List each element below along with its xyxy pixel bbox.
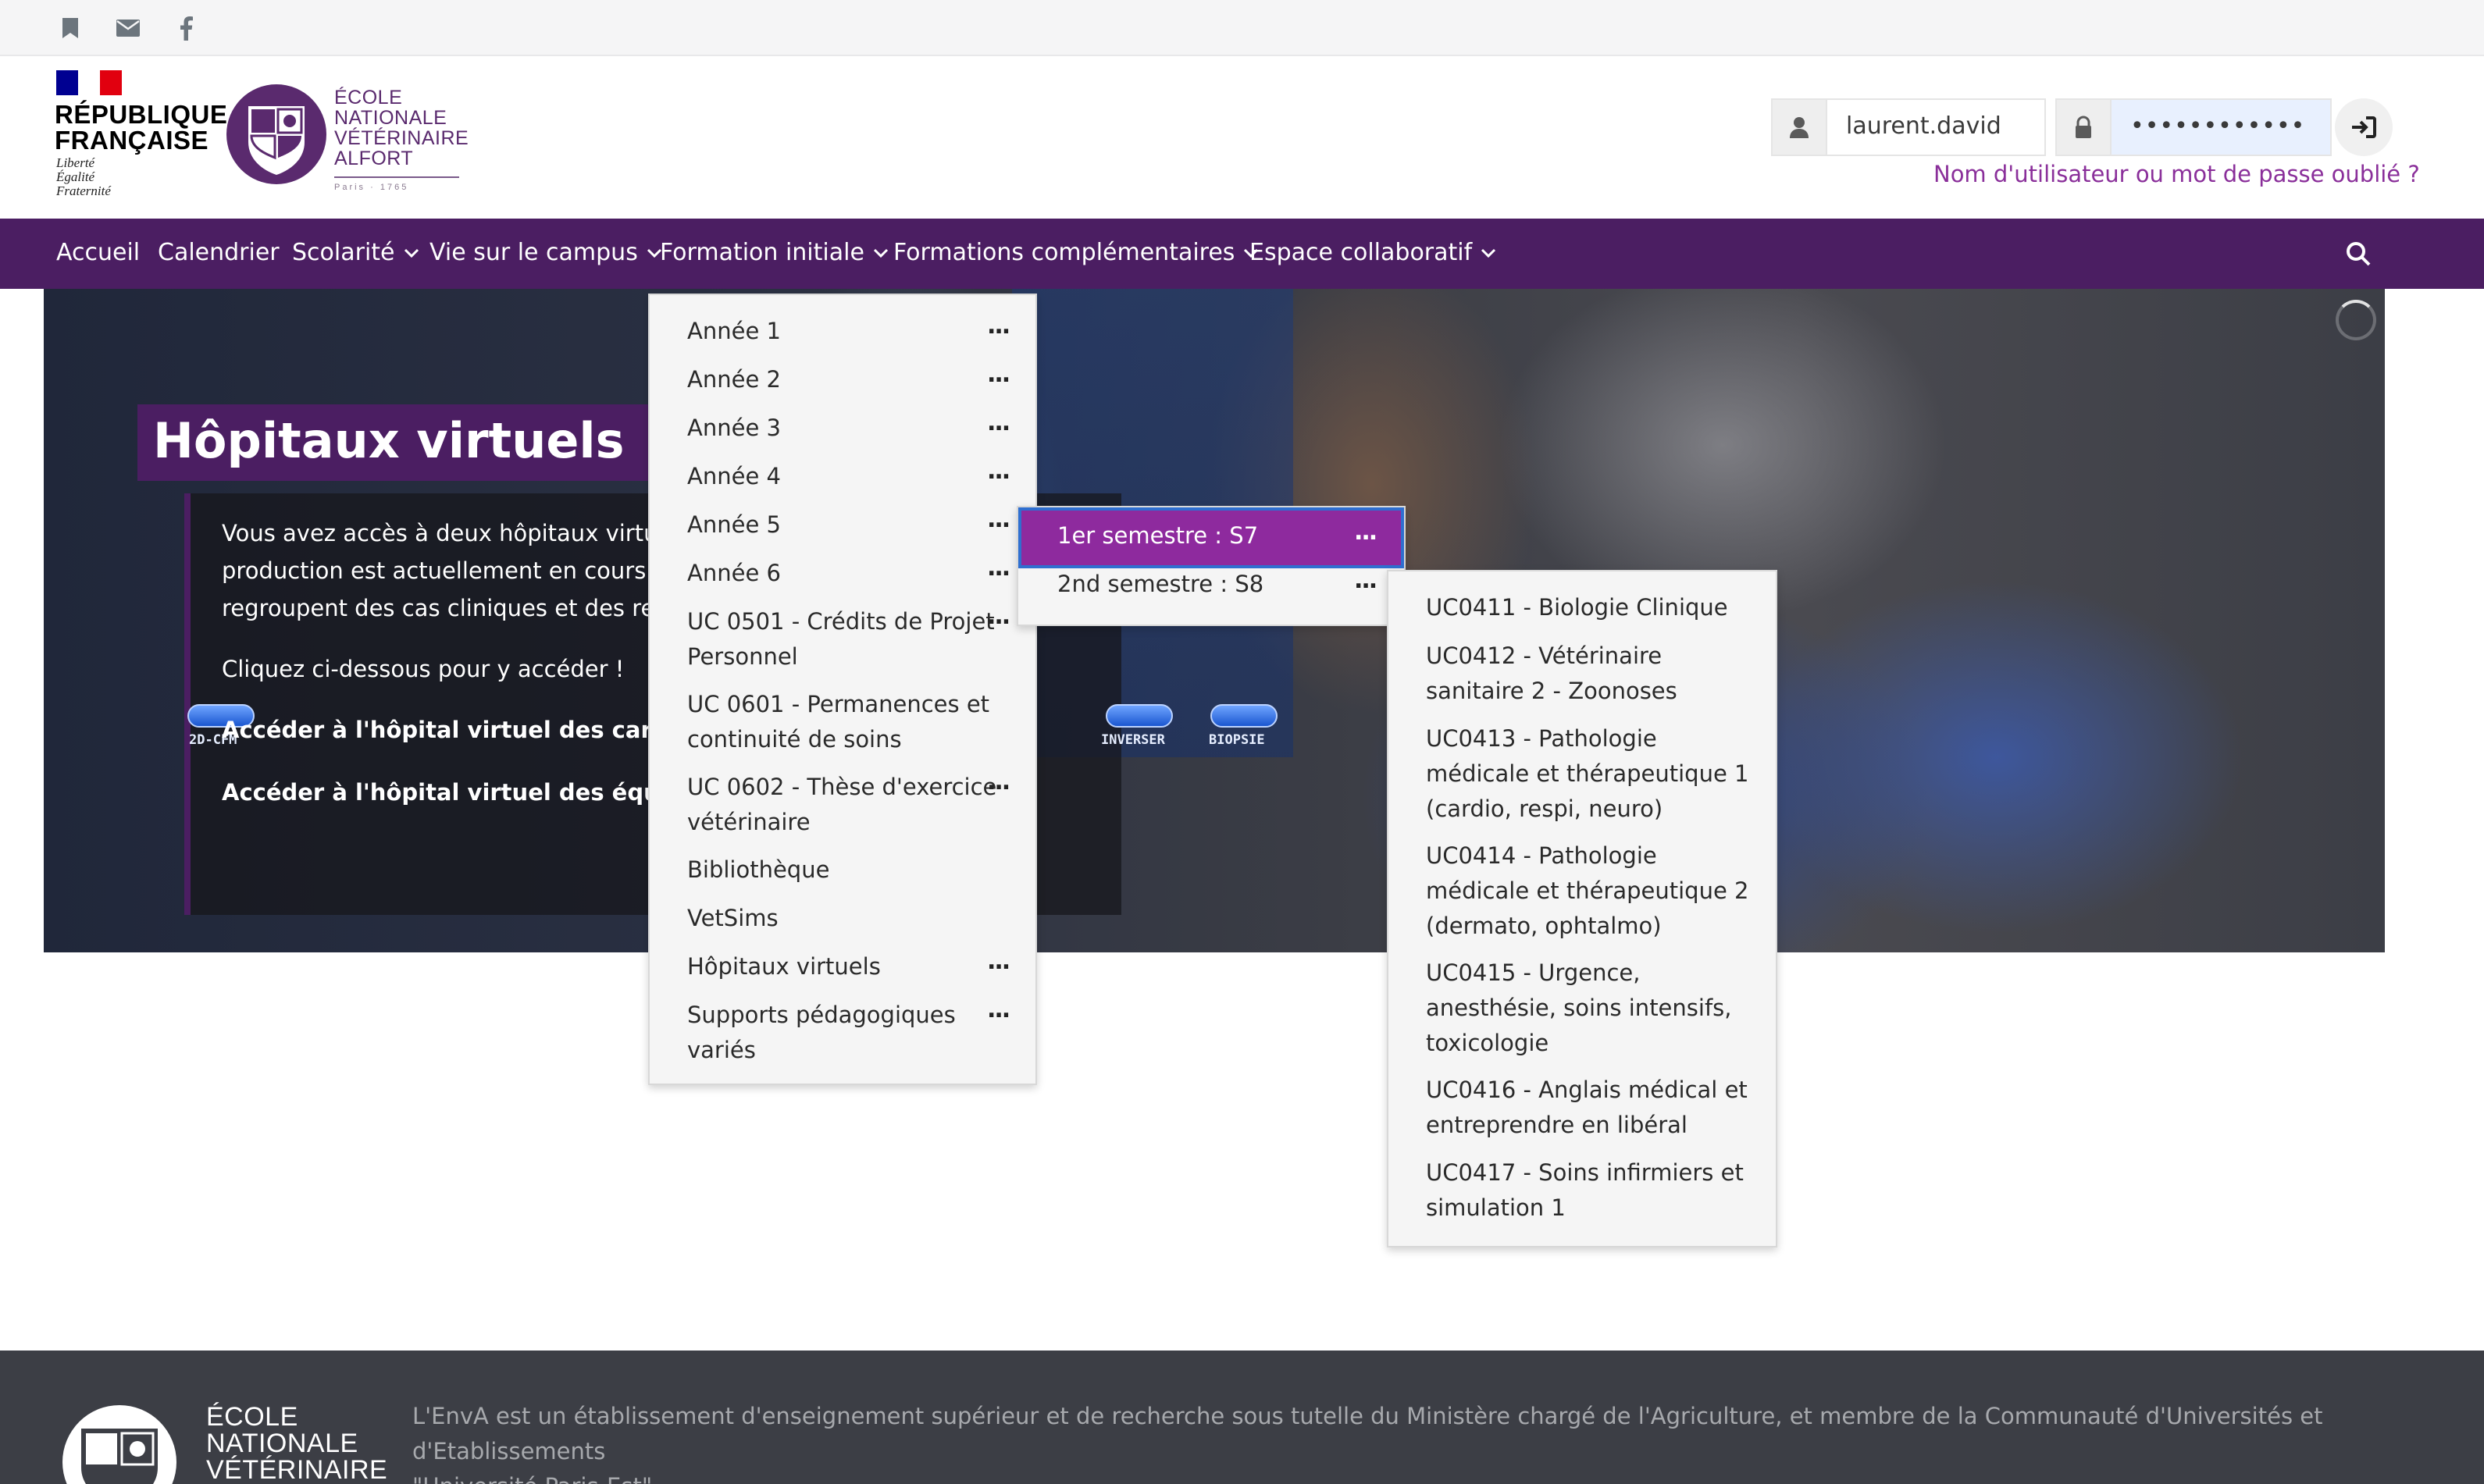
enva-school-name: ÉCOLE NATIONALE VÉTÉRINAIRE ALFORT [334,87,469,169]
more-icon[interactable]: ... [987,948,1010,975]
menu-item-uc0416[interactable]: UC0416 - Anglais médical et entreprendre … [1426,1073,1748,1143]
dropdown-semestre-s7: UC0411 - Biologie Clinique UC0412 - Vété… [1387,570,1777,1247]
chevron-down-icon [404,248,419,258]
menu-item-uc0415[interactable]: UC0415 - Urgence, anesthésie, soins inten… [1426,956,1732,1061]
screen-button-biopsie [1210,704,1278,728]
hero-text-line-4: Cliquez ci-dessous pour y accéder ! [222,656,625,682]
chevron-down-icon [873,248,888,258]
enva-founding: Paris · 1765 [334,176,459,192]
menu-item-annee-5[interactable]: Année 5 [687,507,781,543]
hero-link-carnivores[interactable]: Accéder à l'hôpital virtuel des carnivor [222,717,717,743]
menu-item-annee-2[interactable]: Année 2 [687,362,781,397]
more-icon[interactable]: ... [987,409,1010,436]
enva-logo[interactable] [225,83,328,186]
menu-item-s8[interactable]: 2nd semestre : S8 [1057,567,1263,602]
more-icon[interactable]: ... [987,603,1010,630]
dropdown-formation-initiale: Année 1 ... Année 2 ... Année 3 ... Anné… [648,294,1037,1085]
menu-item-hopitaux-virtuels[interactable]: Hôpitaux virtuels [687,949,881,984]
hero-title: Hôpitaux virtuels [153,412,625,469]
search-icon [2347,242,2371,266]
mail-icon[interactable] [114,14,142,42]
more-icon[interactable]: ... [1354,518,1377,546]
footer-enva-logo[interactable] [62,1405,176,1484]
loading-spinner-icon [2336,300,2376,340]
site-header: RÉPUBLIQUE FRANÇAISE Liberté Égalité Fra… [0,56,2484,219]
top-utility-bar [0,0,2484,56]
nav-item-formations-complementaires[interactable]: Formations complémentaires [893,239,1260,266]
nav-item-vie-campus[interactable]: Vie sur le campus [429,239,663,266]
more-icon[interactable]: ... [987,506,1010,533]
lock-icon-addon [2055,98,2112,156]
menu-item-uc0411[interactable]: UC0411 - Biologie Clinique [1426,590,1728,625]
more-icon[interactable]: ... [987,457,1010,485]
nav-item-formation-initiale[interactable]: Formation initiale [660,239,889,266]
screen-button-inverser [1106,704,1173,728]
username-value: laurent.david [1846,112,2001,140]
facebook-icon[interactable] [172,14,200,42]
nav-item-calendrier[interactable]: Calendrier [158,239,280,266]
screen-button-inverser-label: INVERSER [1101,732,1165,748]
site-footer: ÉCOLE NATIONALE VÉTÉRINAIRE L'EnvA est u… [0,1351,2484,1484]
menu-item-annee-3[interactable]: Année 3 [687,411,781,446]
footer-school-name: ÉCOLE NATIONALE VÉTÉRINAIRE [206,1402,388,1484]
footer-description: L'EnvA est un établissement d'enseigneme… [412,1403,2323,1484]
sign-in-icon [2352,116,2376,138]
more-icon[interactable]: ... [987,554,1010,582]
menu-item-annee-1[interactable]: Année 1 [687,314,781,349]
menu-item-uc0501[interactable]: UC 0501 - Crédits de Projet Personnel [687,604,995,674]
login-button[interactable] [2335,98,2393,156]
chevron-down-icon [1481,248,1496,258]
menu-item-uc0602[interactable]: UC 0602 - Thèse d'exercice vétérinaire [687,770,996,840]
menu-item-uc0601[interactable]: UC 0601 - Permanences et continuité de so… [687,687,989,757]
hero-text-line-2: production est actuellement en cours de [222,557,682,584]
nav-item-espace-collaboratif[interactable]: Espace collaboratif [1249,239,1497,266]
more-icon[interactable]: ... [987,361,1010,388]
menu-item-s7[interactable]: 1er semestre : S7 [1057,518,1258,553]
hero-text-line-3: regroupent des cas cliniques et des ress [222,595,679,621]
nav-item-accueil[interactable]: Accueil [56,239,140,266]
password-value: •••••••••••• [2130,112,2306,140]
menu-item-uc0413[interactable]: UC0413 - Pathologie médicale et thérapeut… [1426,721,1748,827]
user-icon [1790,117,1809,138]
more-icon[interactable]: ... [987,768,1010,795]
search-button[interactable] [2343,236,2374,272]
user-icon-addon [1771,98,1827,156]
hero-link-equides[interactable]: Accéder à l'hôpital virtuel des équidés [222,779,712,806]
menu-item-annee-4[interactable]: Année 4 [687,459,781,494]
nav-item-scolarite[interactable]: Scolarité [292,239,420,266]
menu-item-annee-6[interactable]: Année 6 [687,556,781,591]
more-icon[interactable]: ... [987,996,1010,1023]
republique-motto: Liberté Égalité Fraternité [56,155,111,198]
more-icon[interactable]: ... [1354,567,1377,594]
screen-button-biopsie-label: BIOPSIE [1209,732,1265,748]
lock-icon [2076,116,2091,138]
bookmark-icon[interactable] [56,14,84,42]
republique-francaise-title: RÉPUBLIQUE FRANÇAISE [55,100,228,155]
main-navigation: Accueil Calendrier Scolarité Vie sur le … [0,219,2484,289]
menu-item-bibliotheque[interactable]: Bibliothèque [687,852,829,888]
french-flag-logo [56,70,122,95]
menu-item-vetsims[interactable]: VetSims [687,901,779,936]
menu-item-uc0412[interactable]: UC0412 - Vétérinaire sanitaire 2 - Zoonos… [1426,639,1677,709]
menu-item-uc0414[interactable]: UC0414 - Pathologie médicale et thérapeut… [1426,838,1748,944]
menu-item-uc0417[interactable]: UC0417 - Soins infirmiers et simulation 1 [1426,1155,1744,1226]
hero-text-line-1: Vous avez accès à deux hôpitaux virtuels [222,520,690,546]
dropdown-annee-4: 1er semestre : S7 ... 2nd semestre : S8 … [1017,506,1406,626]
forgot-password-link[interactable]: Nom d'utilisateur ou mot de passe oublié… [1933,161,2420,187]
menu-item-supports-pedagogiques[interactable]: Supports pédagogiques variés [687,998,956,1068]
more-icon[interactable]: ... [987,312,1010,340]
